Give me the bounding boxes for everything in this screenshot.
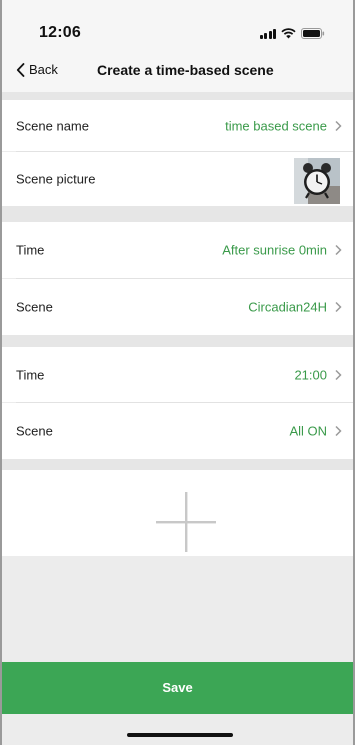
status-time: 12:06 — [39, 24, 81, 41]
section-gap — [2, 206, 353, 222]
scene-name-row[interactable]: Scene name time based scene — [2, 100, 353, 151]
scene-row-2[interactable]: Scene All ON — [2, 403, 353, 459]
signal-icon — [259, 28, 276, 39]
scene-value-2: All ON — [289, 423, 327, 439]
time-value-1: After sunrise 0min — [222, 242, 327, 258]
page-title: Create a time-based scene — [97, 62, 274, 78]
chevron-right-icon — [335, 301, 342, 313]
time-value-2: 21:00 — [294, 367, 327, 382]
add-scene-area — [2, 470, 353, 556]
section-gap — [2, 335, 353, 347]
section-gap — [2, 92, 353, 100]
scene-label-1: Scene — [16, 299, 53, 315]
status-bar: 12:06 — [2, 0, 353, 52]
scene-picture-thumbnail[interactable] — [294, 158, 340, 204]
back-chevron-icon — [16, 62, 25, 77]
scene-name-label: Scene name — [16, 118, 89, 133]
scene-picture-label: Scene picture — [16, 171, 96, 187]
scene-label-2: Scene — [16, 423, 53, 439]
nav-bar: Back Create a time-based scene — [2, 52, 353, 92]
back-label: Back — [29, 62, 58, 77]
time-label-2: Time — [16, 367, 45, 382]
chevron-right-icon — [335, 425, 342, 437]
time-row-2[interactable]: Time 21:00 — [2, 347, 353, 402]
chevron-right-icon — [335, 120, 342, 131]
home-indicator — [127, 733, 233, 737]
time-label-1: Time — [16, 242, 45, 258]
back-button[interactable]: Back — [16, 62, 58, 77]
section-gap — [2, 459, 353, 470]
battery-icon — [301, 28, 325, 39]
chevron-right-icon — [335, 369, 342, 380]
wifi-icon — [281, 28, 296, 39]
add-icon[interactable] — [154, 490, 218, 554]
alarm-clock-image — [294, 158, 340, 204]
status-icons — [259, 28, 326, 39]
phone-screen: 12:06 Back Create a time-based scene Sce… — [0, 0, 355, 745]
time-row-1[interactable]: Time After sunrise 0min — [2, 222, 353, 278]
scene-name-value: time based scene — [225, 118, 327, 133]
scene-picture-row[interactable]: Scene picture — [2, 152, 353, 206]
save-button[interactable]: Save — [2, 662, 353, 714]
scene-row-1[interactable]: Scene Circadian24H — [2, 279, 353, 335]
scene-value-1: Circadian24H — [248, 299, 327, 315]
chevron-right-icon — [335, 244, 342, 256]
